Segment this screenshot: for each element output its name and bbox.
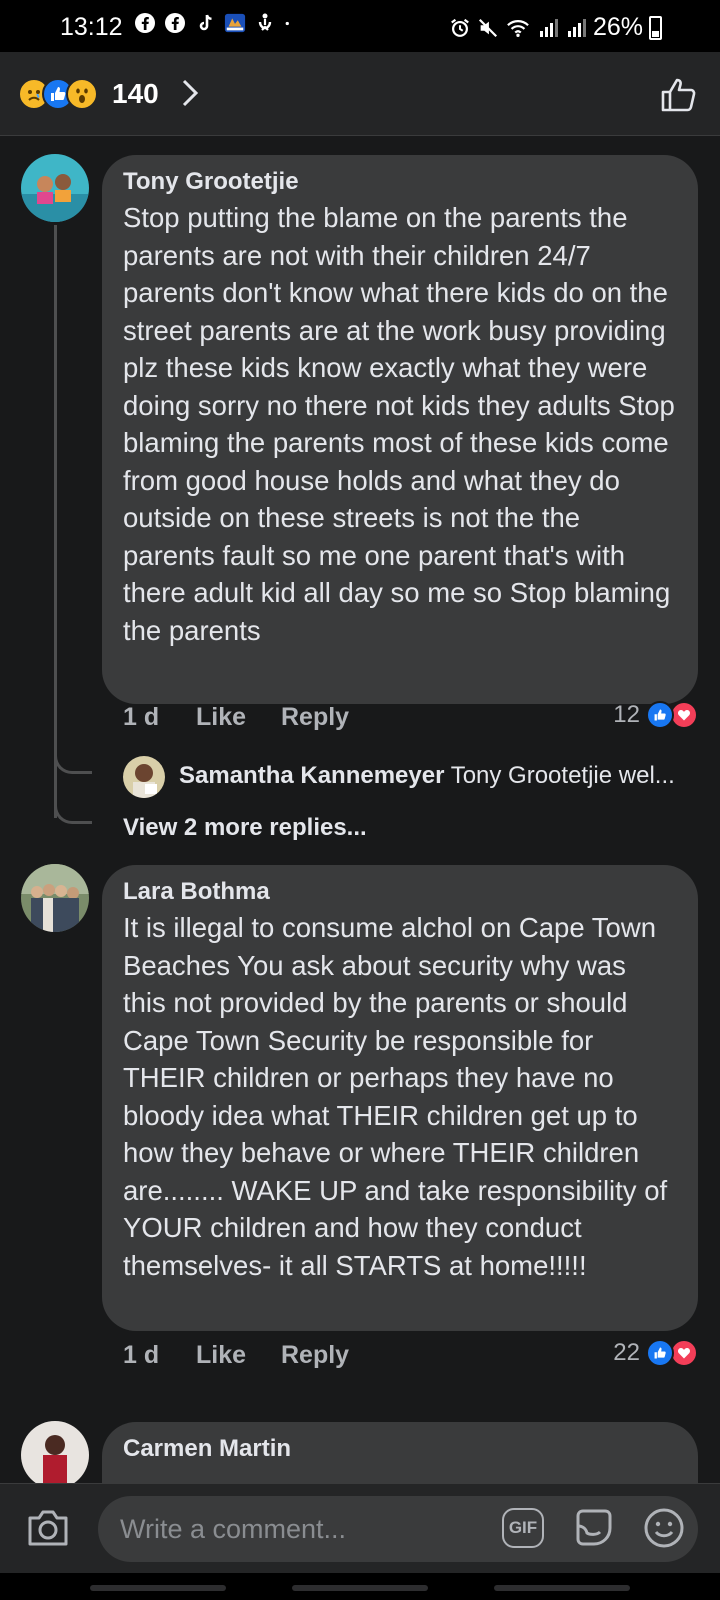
tiktok-icon [199, 14, 212, 31]
reactions-header[interactable]: 140 [0, 52, 720, 136]
comment-reactions[interactable]: 22 [613, 1339, 698, 1367]
dot-icon [285, 21, 289, 26]
comment-actions: 1 d Like Reply [123, 703, 349, 732]
avatar[interactable] [21, 154, 89, 222]
avatar[interactable] [123, 756, 165, 798]
reply-snippet[interactable]: Tony Grootetjie wel... [451, 762, 675, 789]
accessibility-icon [258, 13, 272, 31]
notification-icons [134, 12, 296, 34]
sticker-icon[interactable] [572, 1506, 616, 1550]
comment-bubble[interactable]: Carmen Martin [102, 1422, 698, 1483]
thread-connector [54, 800, 92, 824]
like-reaction-icon [646, 1339, 674, 1367]
alarm-icon [451, 18, 469, 37]
reaction-icons[interactable] [18, 78, 98, 110]
reply-preview[interactable]: Samantha Kannemeyer Tony Grootetjie wel.… [179, 762, 699, 790]
signal-icon [567, 18, 586, 37]
comment-time: 1 d [123, 1341, 160, 1369]
battery-icon [649, 15, 662, 40]
reaction-count[interactable]: 22 [613, 1339, 640, 1367]
reaction-count[interactable]: 12 [613, 701, 640, 729]
view-more-replies[interactable]: View 2 more replies... [123, 814, 367, 842]
system-nav-bar [0, 1573, 720, 1600]
news-app-icon [224, 13, 246, 33]
reply-button[interactable]: Reply [281, 703, 349, 732]
comment-text: It is illegal to consume alchol on Cape … [123, 912, 668, 1281]
like-reaction-icon [646, 701, 674, 729]
comment-bubble[interactable]: Lara Bothma It is illegal to consume alc… [102, 865, 698, 1331]
comment-author[interactable]: Carmen Martin [123, 1434, 676, 1464]
status-bar: 13:12 26% [0, 0, 720, 52]
comments-feed[interactable]: Tony Grootetjie Stop putting the blame o… [0, 137, 720, 1483]
emoji-icon[interactable] [642, 1506, 686, 1550]
wow-reaction-icon [66, 78, 98, 110]
thread-line [54, 225, 57, 818]
comment-author[interactable]: Tony Grootetjie [123, 167, 676, 197]
reply-author[interactable]: Samantha Kannemeyer [179, 762, 444, 789]
status-time: 13:12 [60, 13, 123, 41]
comment-composer: GIF [0, 1483, 720, 1573]
comment-actions: 1 d Like Reply [123, 1341, 349, 1370]
camera-icon[interactable] [26, 1508, 70, 1548]
wifi-icon [507, 19, 529, 37]
reply-button[interactable]: Reply [281, 1341, 349, 1370]
chevron-right-icon[interactable] [180, 78, 200, 108]
nav-recents-handle[interactable] [90, 1585, 226, 1591]
mute-icon [478, 18, 497, 37]
facebook-icon [165, 13, 185, 33]
comment-text: Stop putting the blame on the parents th… [123, 202, 675, 646]
nav-back-handle[interactable] [494, 1585, 630, 1591]
battery-percent: 26% [592, 13, 643, 41]
like-post-icon[interactable] [660, 76, 698, 114]
facebook-icon [135, 13, 155, 33]
comment-bubble[interactable]: Tony Grootetjie Stop putting the blame o… [102, 155, 698, 704]
love-reaction-icon [670, 1339, 698, 1367]
love-reaction-icon [670, 701, 698, 729]
avatar[interactable] [21, 1421, 89, 1483]
gif-button[interactable]: GIF [502, 1508, 544, 1548]
thread-connector [54, 750, 92, 774]
like-button[interactable]: Like [196, 703, 281, 732]
comment-time: 1 d [123, 703, 160, 731]
comment-reactions[interactable]: 12 [613, 701, 698, 729]
signal-icon [539, 18, 558, 37]
avatar[interactable] [21, 864, 89, 932]
comment-author[interactable]: Lara Bothma [123, 877, 676, 907]
system-indicators: 26% [449, 13, 662, 42]
like-button[interactable]: Like [196, 1341, 281, 1370]
nav-home-handle[interactable] [292, 1585, 428, 1591]
reaction-total-count[interactable]: 140 [112, 78, 159, 110]
